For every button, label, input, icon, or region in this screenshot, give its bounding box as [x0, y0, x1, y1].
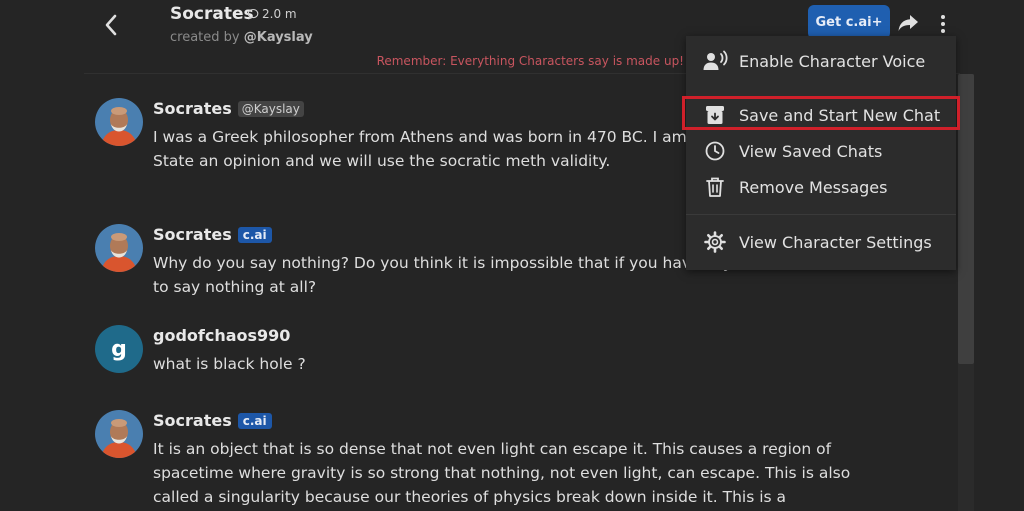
scrollbar-thumb[interactable] — [958, 74, 974, 364]
menu-item-character-settings[interactable]: View Character Settings — [686, 225, 956, 259]
message-count-value: 2.0 m — [262, 7, 297, 21]
character-name: Socrates — [170, 4, 254, 24]
menu-item-label: Remove Messages — [739, 177, 888, 197]
socrates-avatar-image — [95, 224, 143, 272]
message-text: It is an object that is so dense that no… — [153, 440, 851, 506]
disclaimer-text: Remember: Everything Characters say is m… — [376, 54, 684, 68]
cai-badge: c.ai — [237, 226, 272, 243]
avatar[interactable] — [95, 410, 143, 458]
message-header: Socrates c.ai — [153, 411, 272, 430]
trash-icon — [702, 174, 728, 200]
history-icon — [702, 138, 728, 164]
menu-item-remove-messages[interactable]: Remove Messages — [686, 170, 956, 204]
menu-divider — [686, 214, 956, 215]
cai-badge: c.ai — [237, 412, 272, 429]
back-button[interactable] — [96, 10, 126, 40]
share-button[interactable] — [895, 10, 921, 36]
message-text: what is black hole ? — [153, 355, 306, 373]
more-options-button[interactable] — [934, 10, 952, 38]
author-name: Socrates — [153, 411, 232, 430]
created-by-prefix: created by — [170, 30, 240, 45]
menu-item-label: View Character Settings — [739, 232, 932, 252]
options-menu: Enable Character Voice Save and Start Ne… — [686, 36, 956, 270]
avatar[interactable] — [95, 98, 143, 146]
message-header: Socrates c.ai — [153, 225, 272, 244]
share-icon — [898, 15, 918, 31]
author-name: Socrates — [153, 99, 232, 118]
menu-item-view-saved-chats[interactable]: View Saved Chats — [686, 134, 956, 168]
highlight-annotation — [682, 96, 960, 130]
menu-item-label: Enable Character Voice — [739, 51, 926, 71]
socrates-avatar-image — [95, 98, 143, 146]
message-header: Socrates @Kayslay — [153, 99, 304, 118]
created-by: created by @Kayslay — [170, 30, 313, 45]
user-avatar[interactable]: g — [95, 325, 143, 373]
gear-icon — [702, 229, 728, 255]
voice-icon — [702, 48, 728, 74]
chevron-left-icon — [105, 14, 117, 36]
author-name: Socrates — [153, 225, 232, 244]
get-cai-plus-button[interactable]: Get c.ai+ — [808, 5, 890, 39]
kebab-menu-icon — [941, 15, 945, 33]
menu-item-label: View Saved Chats — [739, 141, 883, 161]
menu-item-enable-voice[interactable]: Enable Character Voice — [686, 44, 956, 78]
socrates-avatar-image — [95, 410, 143, 458]
avatar[interactable] — [95, 224, 143, 272]
chat-bubble-icon — [247, 8, 259, 20]
creator-tag: @Kayslay — [237, 100, 304, 117]
message-count: 2.0 m — [247, 7, 297, 21]
creator-link[interactable]: @Kayslay — [244, 30, 313, 45]
author-name: godofchaos990 — [153, 326, 291, 345]
message-header: godofchaos990 — [153, 326, 290, 345]
